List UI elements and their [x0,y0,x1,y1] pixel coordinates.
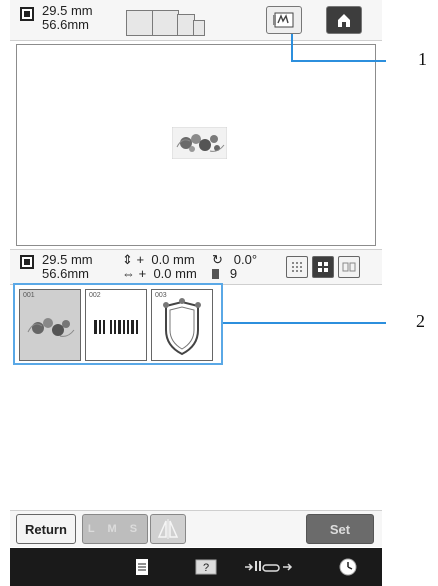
size-readout: 29.5 mm 56.6mm [42,253,93,281]
size-lms-button[interactable]: L M S [82,514,148,544]
embroidery-screen: 29.5 mm 56.6mm 29.5 mm 56.6mm ⇕ + 0.0 mm… [10,0,382,586]
manual-button[interactable] [130,554,154,580]
width-unit: mm [70,3,93,18]
home-icon [338,14,350,27]
thumbnail-number: 001 [23,292,35,299]
svg-text:?: ? [203,562,209,574]
thumbnail-001[interactable]: 001 [19,289,81,361]
info-height-unit: mm [67,266,89,281]
floral-pattern-preview[interactable] [172,127,227,159]
info-width-unit: mm [70,252,93,267]
callout-number-2: 2 [416,311,425,331]
callout-number-1: 1 [418,49,427,69]
thumbnail-number: 002 [89,292,101,299]
height-unit: mm [67,17,89,32]
vertical-move-icon: ⇕ + [122,252,145,267]
horizontal-move-icon: ⇔ + [122,266,147,281]
thread-spool-icon [212,269,219,279]
home-button[interactable] [326,6,362,34]
embroidery-edit-icon [273,12,294,28]
top-bar: 29.5 mm 56.6mm [10,0,382,41]
height-value: 56.6 [42,17,68,32]
help-icon: ? [195,559,217,575]
frame-large [152,10,179,36]
info-width-value: 29.5 [42,252,68,267]
machine-status-footer: ? [10,548,382,586]
view-large-thumbs-button[interactable] [338,256,360,278]
help-button[interactable]: ? [192,554,220,580]
presser-foot-icon [245,561,293,572]
view-small-thumbs-button[interactable] [286,256,308,278]
timer-button[interactable] [336,554,360,580]
angle-value: 0.0° [233,252,258,267]
small-grid-icon [292,262,302,272]
frame-extra-large [126,10,154,36]
pattern-info-bar: 29.5 mm 56.6mm ⇕ + 0.0 mm ⇔ + 0.0 mm ↻ 0… [10,249,382,285]
color-count-value: 9 [229,266,238,281]
floral-pattern-thumbnail [27,318,75,337]
bottom-button-bar: Return L M S Set [10,510,382,547]
medium-grid-icon [318,262,328,272]
return-button[interactable]: Return [16,514,76,544]
info-height-value: 56.6 [42,266,68,281]
clock-icon [339,558,357,576]
document-icon [136,559,148,575]
presser-foot-button[interactable] [242,554,294,580]
thumbnail-002[interactable]: 002 [85,289,147,361]
rotate-icon: ↻ [212,252,223,267]
thumbnail-003[interactable]: 003 [151,289,213,361]
crest-pattern-thumbnail [163,298,201,356]
callout-line-1-horizontal [291,60,386,62]
pattern-preview-area[interactable] [16,44,376,246]
angle-color-readout: ↻ 0.0° 9 [212,253,257,281]
mirror-button[interactable] [150,514,186,544]
horizontal-move-value: 0.0 [153,266,172,281]
frame-small [193,20,205,36]
large-grid-icon [342,262,356,272]
set-button[interactable]: Set [306,514,374,544]
callout-line-2 [223,322,386,324]
pattern-size-icon [20,7,34,21]
thumbnail-number: 003 [155,292,167,299]
embroidery-edit-button[interactable] [266,6,302,34]
width-value: 29.5 [42,3,68,18]
vertical-move-value: 0.0 [151,252,170,267]
vmove-unit: mm [173,252,195,267]
callout-line-1-vertical [291,34,293,62]
pattern-size-readout: 29.5 mm 56.6mm [42,4,93,32]
move-readout: ⇕ + 0.0 mm ⇔ + 0.0 mm [122,253,197,281]
pattern-size-icon [20,255,34,269]
mirror-icon [157,519,179,539]
pattern-thumbnail-list: 001 002 003 [13,283,223,365]
hmove-unit: mm [175,266,197,281]
barcode-pattern-thumbnail [94,320,138,334]
view-medium-thumbs-button[interactable] [312,256,334,278]
